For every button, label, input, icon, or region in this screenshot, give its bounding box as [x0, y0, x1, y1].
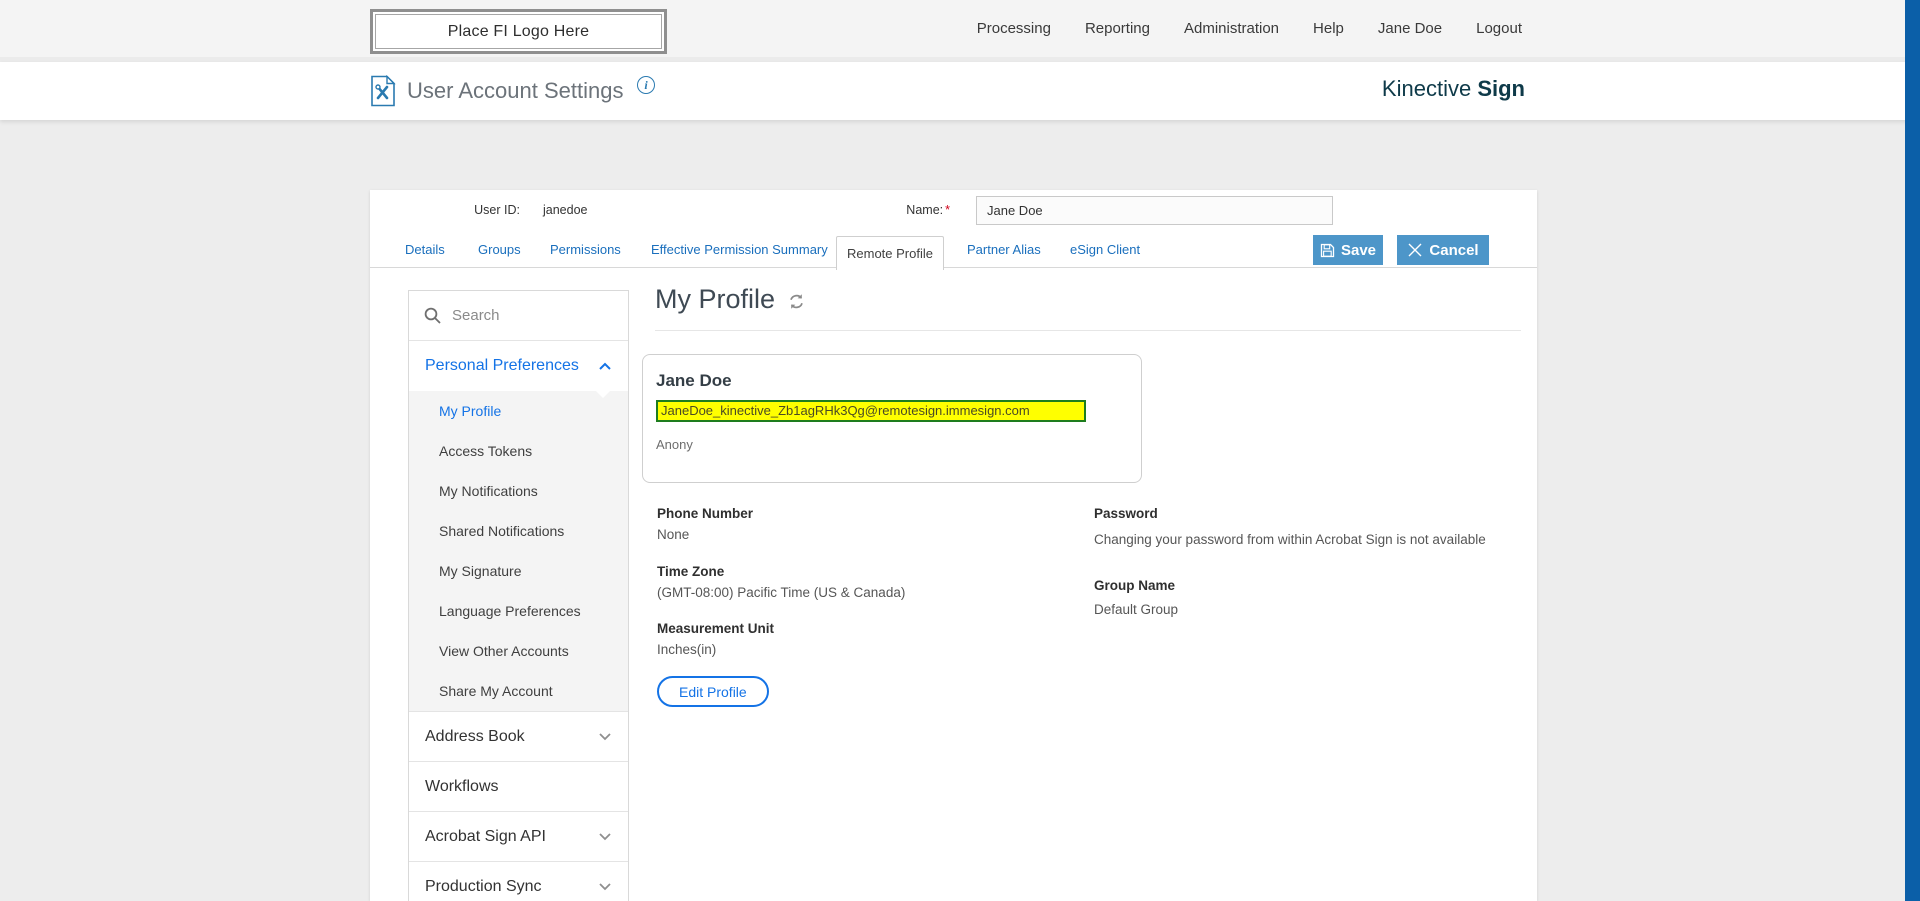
- nav-logout[interactable]: Logout: [1476, 20, 1522, 37]
- save-icon: [1320, 243, 1335, 258]
- sidebar-item-access-tokens[interactable]: Access Tokens: [409, 431, 628, 471]
- info-icon[interactable]: i: [637, 76, 655, 94]
- sidebar-item-share-my-account[interactable]: Share My Account: [409, 671, 628, 711]
- page-title: User Account Settings: [407, 78, 624, 103]
- user-account-settings-icon: [370, 74, 396, 112]
- time-zone-label: Time Zone: [657, 564, 725, 579]
- refresh-icon[interactable]: [787, 292, 806, 311]
- profile-company: Anony: [656, 437, 693, 452]
- sidebar-section-address-book[interactable]: Address Book: [409, 711, 628, 761]
- measurement-unit-label: Measurement Unit: [657, 621, 775, 636]
- sidebar-search: [409, 291, 651, 341]
- chevron-down-icon: [598, 831, 612, 842]
- sidebar-item-my-signature[interactable]: My Signature: [409, 551, 628, 591]
- right-edge-scroll-strip[interactable]: [1905, 0, 1920, 901]
- password-note: Changing your password from within Acrob…: [1094, 532, 1486, 547]
- group-name-value: Default Group: [1094, 602, 1179, 617]
- phone-number-label: Phone Number: [657, 506, 754, 521]
- cancel-x-icon: [1407, 242, 1423, 258]
- tab-groups[interactable]: Groups: [478, 242, 521, 257]
- personal-preferences-submenu: My Profile Access Tokens My Notification…: [409, 391, 628, 711]
- nav-help[interactable]: Help: [1313, 20, 1344, 37]
- tab-permissions[interactable]: Permissions: [550, 242, 621, 257]
- top-navigation-bar: Place FI Logo Here Processing Reporting …: [0, 0, 1920, 57]
- sidebar-section-workflows[interactable]: Workflows: [409, 761, 628, 811]
- fi-logo-placeholder: Place FI Logo Here: [370, 9, 667, 54]
- sidebar-item-my-notifications[interactable]: My Notifications: [409, 471, 628, 511]
- time-zone-value: (GMT-08:00) Pacific Time (US & Canada): [657, 585, 906, 600]
- tab-details[interactable]: Details: [405, 242, 445, 257]
- profile-email-highlighted[interactable]: JaneDoe_kinective_Zb1agRHk3Qg@remotesign…: [656, 400, 1086, 422]
- search-input[interactable]: [452, 307, 651, 324]
- tab-partner-alias[interactable]: Partner Alias: [967, 242, 1041, 257]
- tab-baseline: [370, 267, 1537, 268]
- cancel-button[interactable]: Cancel: [1397, 235, 1489, 265]
- page-header: User Account Settings i Kinective Sign: [0, 62, 1920, 120]
- my-profile-heading: My Profile: [655, 284, 806, 315]
- nav-reporting[interactable]: Reporting: [1085, 20, 1150, 37]
- chevron-down-icon: [598, 881, 612, 892]
- name-label: Name: *: [906, 203, 950, 217]
- password-label: Password: [1094, 506, 1158, 521]
- sidebar-item-view-other-accounts[interactable]: View Other Accounts: [409, 631, 628, 671]
- sidebar-item-shared-notifications[interactable]: Shared Notifications: [409, 511, 628, 551]
- user-account-panel: User ID: janedoe Name:* Details Groups P…: [370, 190, 1537, 901]
- settings-sidebar: Personal Preferences My Profile Access T…: [408, 290, 651, 901]
- profile-summary-card: Jane Doe JaneDoe_kinective_Zb1agRHk3Qg@r…: [642, 354, 1142, 483]
- brand-logo: Kinective Sign: [1382, 76, 1525, 102]
- edit-profile-button[interactable]: Edit Profile: [657, 676, 769, 707]
- nav-administration[interactable]: Administration: [1184, 20, 1279, 37]
- chevron-down-icon: [598, 731, 612, 742]
- chevron-up-icon: [598, 361, 612, 372]
- tab-esign-client[interactable]: eSign Client: [1070, 242, 1140, 257]
- nav-user-jane-doe[interactable]: Jane Doe: [1378, 20, 1442, 37]
- group-name-label: Group Name: [1094, 578, 1176, 593]
- profile-name: Jane Doe: [656, 371, 732, 390]
- required-asterisk: *: [945, 203, 950, 217]
- submenu-notch: [596, 391, 610, 398]
- personal-preferences-label: Personal Preferences: [425, 357, 579, 374]
- phone-number-value: None: [657, 527, 690, 542]
- top-nav-menu: Processing Reporting Administration Help…: [977, 0, 1522, 57]
- heading-divider: [655, 330, 1521, 331]
- user-id-label: User ID:: [474, 203, 520, 217]
- brand-name: Kinective: [1381, 76, 1472, 101]
- sidebar-section-personal-preferences[interactable]: Personal Preferences: [409, 341, 628, 391]
- user-id-value: janedoe: [543, 203, 588, 217]
- sidebar-item-language-preferences[interactable]: Language Preferences: [409, 591, 628, 631]
- name-input[interactable]: [976, 196, 1333, 225]
- brand-suffix: Sign: [1477, 76, 1525, 101]
- search-icon: [423, 306, 442, 325]
- sidebar-section-acrobat-sign-api[interactable]: Acrobat Sign API: [409, 811, 628, 861]
- tab-effective-permission-summary[interactable]: Effective Permission Summary: [651, 242, 828, 257]
- tab-remote-profile[interactable]: Remote Profile: [836, 236, 944, 270]
- nav-processing[interactable]: Processing: [977, 20, 1051, 37]
- fi-logo-placeholder-text: Place FI Logo Here: [447, 22, 590, 40]
- save-button[interactable]: Save: [1313, 235, 1383, 265]
- save-button-label: Save: [1340, 241, 1377, 259]
- cancel-button-label: Cancel: [1429, 241, 1479, 259]
- sidebar-section-production-sync[interactable]: Production Sync: [409, 861, 628, 901]
- measurement-unit-value: Inches(in): [657, 642, 717, 657]
